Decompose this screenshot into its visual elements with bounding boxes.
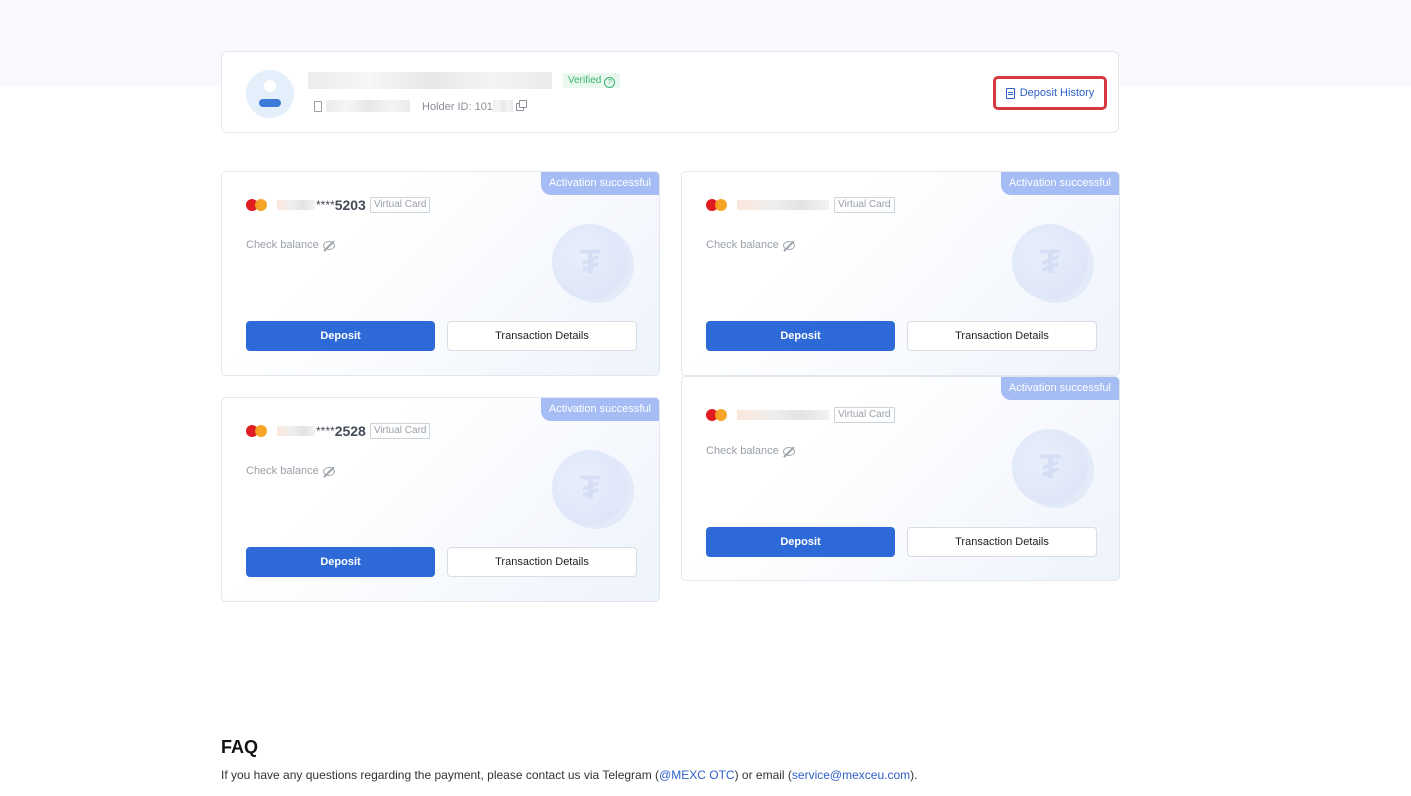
- check-balance[interactable]: Check balance: [706, 239, 795, 251]
- check-balance[interactable]: Check balance: [246, 465, 335, 477]
- transaction-details-button[interactable]: Transaction Details: [907, 527, 1097, 557]
- card-number: **** 2528 Virtual Card: [277, 421, 431, 441]
- activation-badge: Activation successful: [1000, 172, 1119, 195]
- usdt-coin-icon: ₮: [552, 224, 628, 300]
- card-last4: 5203: [334, 197, 366, 213]
- virtual-card: Activation successful Virtual Card Check…: [681, 376, 1120, 581]
- deposit-history-label: Deposit History: [1019, 87, 1095, 99]
- faq-text-after: ).: [910, 768, 918, 782]
- virtual-card-2528: Activation successful **** 2528 Virtual …: [221, 397, 660, 602]
- holder-id-redacted: [492, 100, 513, 112]
- holder-name-redacted: [308, 72, 552, 89]
- verified-label: Verified: [568, 75, 602, 86]
- telegram-link[interactable]: @MEXC OTC: [659, 768, 735, 782]
- check-balance-label: Check balance: [246, 465, 319, 477]
- deposit-button[interactable]: Deposit: [246, 321, 435, 351]
- activation-badge: Activation successful: [540, 398, 659, 421]
- check-balance-label: Check balance: [706, 239, 779, 251]
- card-number: Virtual Card: [737, 405, 895, 425]
- question-circle-icon[interactable]: ?: [604, 77, 616, 88]
- transaction-details-button[interactable]: Transaction Details: [447, 547, 637, 577]
- avatar: [246, 70, 294, 118]
- mastercard-icon: [706, 199, 728, 211]
- card-number-redacted: [737, 200, 829, 210]
- faq-text: If you have any questions regarding the …: [221, 768, 917, 782]
- virtual-card-tag: Virtual Card: [369, 423, 431, 439]
- profile-card: Verified? Holder ID: 101 Deposit History: [221, 51, 1119, 133]
- check-balance-label: Check balance: [706, 445, 779, 457]
- mastercard-icon: [246, 199, 268, 211]
- faq-text-middle: ) or email (: [734, 768, 792, 782]
- deposit-button[interactable]: Deposit: [706, 321, 895, 351]
- card-number: Virtual Card: [737, 195, 895, 215]
- eye-off-icon[interactable]: [782, 240, 795, 250]
- virtual-card-tag: Virtual Card: [834, 407, 895, 423]
- holder-id-label: Holder ID: 101: [422, 101, 493, 113]
- verified-badge: Verified?: [563, 73, 621, 88]
- faq-text-before: If you have any questions regarding the …: [221, 768, 660, 782]
- email-link[interactable]: service@mexceu.com: [792, 768, 910, 782]
- avatar-head: [264, 80, 276, 92]
- eye-off-icon[interactable]: [322, 240, 335, 250]
- card-number-mask: ****: [316, 198, 335, 212]
- activation-badge: Activation successful: [1000, 377, 1119, 400]
- copy-icon[interactable]: [516, 100, 527, 111]
- transaction-details-button[interactable]: Transaction Details: [907, 321, 1097, 351]
- holder-id: Holder ID: 101: [422, 100, 513, 114]
- avatar-body: [259, 99, 281, 107]
- virtual-card-tag: Virtual Card: [369, 197, 431, 213]
- card-number-redacted: [737, 410, 829, 420]
- mastercard-icon: [706, 409, 728, 421]
- usdt-coin-icon: ₮: [1012, 224, 1088, 300]
- transaction-details-button[interactable]: Transaction Details: [447, 321, 637, 351]
- virtual-card-tag: Virtual Card: [834, 197, 895, 213]
- phone-icon: [314, 101, 322, 112]
- eye-off-icon[interactable]: [322, 466, 335, 476]
- virtual-card: Activation successful Virtual Card Check…: [681, 171, 1120, 376]
- mastercard-icon: [246, 425, 268, 437]
- check-balance[interactable]: Check balance: [246, 239, 335, 251]
- card-number-mask: ****: [316, 424, 335, 438]
- card-last4: 2528: [334, 423, 366, 439]
- usdt-coin-icon: ₮: [552, 450, 628, 526]
- usdt-coin-icon: ₮: [1012, 429, 1088, 505]
- eye-off-icon[interactable]: [782, 446, 795, 456]
- card-number-redacted: [277, 200, 315, 210]
- faq-title: FAQ: [221, 737, 259, 757]
- deposit-button[interactable]: Deposit: [246, 547, 435, 577]
- check-balance[interactable]: Check balance: [706, 445, 795, 457]
- check-balance-label: Check balance: [246, 239, 319, 251]
- virtual-card-5203: Activation successful **** 5203 Virtual …: [221, 171, 660, 376]
- activation-badge: Activation successful: [540, 172, 659, 195]
- card-number: **** 5203 Virtual Card: [277, 195, 431, 215]
- deposit-button[interactable]: Deposit: [706, 527, 895, 557]
- document-icon: [1005, 87, 1015, 99]
- phone-number-redacted: [326, 100, 410, 112]
- card-number-redacted: [277, 426, 315, 436]
- deposit-history-button[interactable]: Deposit History: [993, 76, 1107, 110]
